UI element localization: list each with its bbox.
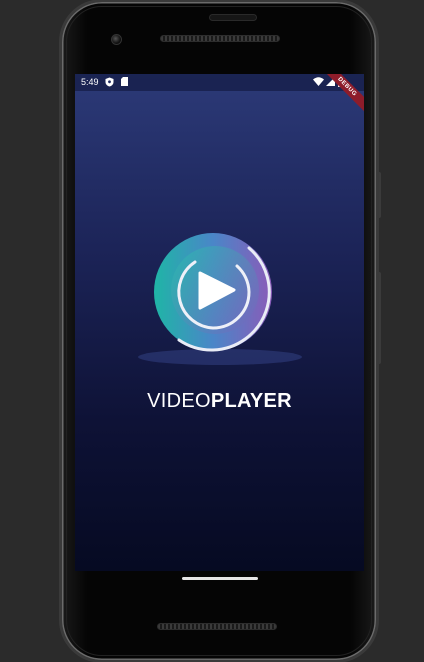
app-screen: 5:49 DEBUG VIDEOPLAYER xyxy=(75,74,364,571)
title-bold: PLAYER xyxy=(210,390,292,412)
bottom-speaker-grille xyxy=(157,623,277,630)
status-bar: 5:49 xyxy=(75,74,364,91)
title-light: VIDEO xyxy=(147,390,211,412)
app-logo xyxy=(135,227,305,372)
earpiece xyxy=(209,14,257,21)
shield-icon xyxy=(105,77,114,87)
status-time: 5:49 xyxy=(81,77,99,87)
wifi-icon xyxy=(313,77,324,86)
top-speaker-grille xyxy=(160,35,280,42)
power-button[interactable] xyxy=(376,172,381,218)
volume-rocker[interactable] xyxy=(376,272,381,364)
app-title: VIDEOPLAYER xyxy=(75,390,364,413)
sd-card-icon xyxy=(121,77,128,86)
front-camera xyxy=(111,34,122,45)
play-logo-icon xyxy=(154,233,272,352)
home-gesture-bar[interactable] xyxy=(182,577,258,580)
